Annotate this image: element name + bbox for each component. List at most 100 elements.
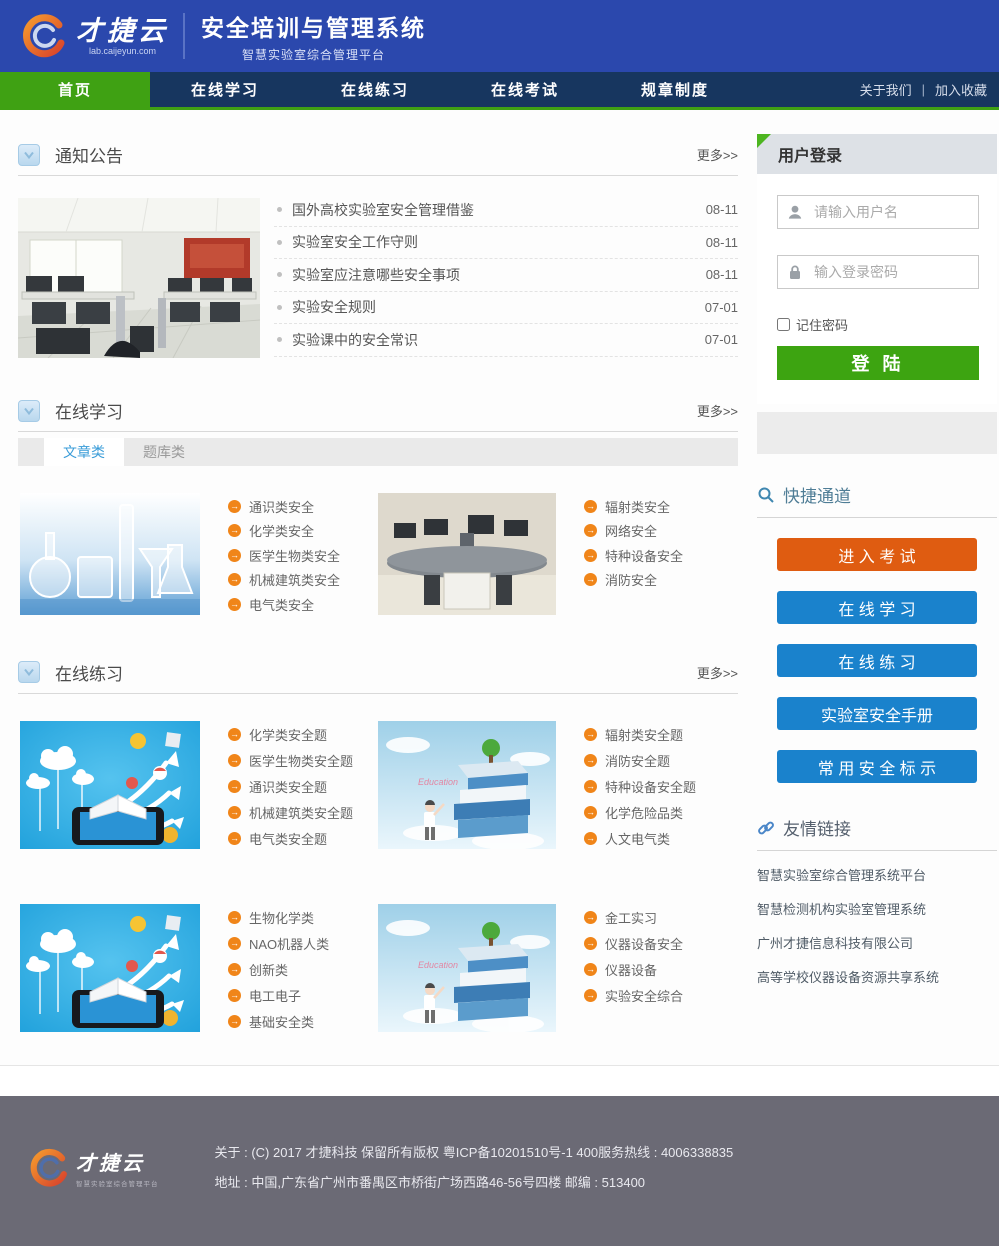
- tablet-clouds-illustration: [20, 904, 200, 1032]
- learning-image-lab-desk[interactable]: [378, 493, 556, 617]
- category-link-label: 化学类安全题: [249, 725, 327, 744]
- category-link[interactable]: →金工实习: [584, 905, 732, 931]
- category-link[interactable]: →通识类安全: [228, 494, 376, 519]
- friend-links-list: 智慧实验室综合管理系统平台 智慧检测机构实验室管理系统 广州才捷信息科技有限公司…: [757, 851, 997, 993]
- nav-right: 关于我们 | 加入收藏: [860, 72, 999, 107]
- category-link[interactable]: →电工电子: [228, 983, 376, 1009]
- practice-image-books[interactable]: Education: [378, 721, 556, 852]
- nav-item-rules[interactable]: 规章制度: [600, 72, 750, 107]
- nav-item-home[interactable]: 首页: [0, 72, 150, 107]
- category-link[interactable]: →辐射类安全: [584, 494, 732, 519]
- learning-more-link[interactable]: 更多>>: [697, 401, 738, 420]
- classroom-photo-illustration: [18, 198, 260, 358]
- category-link[interactable]: →创新类: [228, 957, 376, 983]
- password-field-wrap: [777, 255, 979, 289]
- svg-text:Education: Education: [418, 960, 458, 970]
- category-link[interactable]: →通识类安全题: [228, 774, 376, 800]
- nav-item-online-learning[interactable]: 在线学习: [150, 72, 300, 107]
- category-link[interactable]: →网络安全: [584, 519, 732, 544]
- category-link[interactable]: →电气类安全题: [228, 826, 376, 852]
- category-link[interactable]: →实验安全综合: [584, 983, 732, 1009]
- arrow-bullet-icon: →: [228, 524, 241, 537]
- category-link[interactable]: →机械建筑类安全题: [228, 800, 376, 826]
- notice-item[interactable]: 实验安全规则07-01: [274, 292, 738, 325]
- arrow-bullet-icon: →: [228, 549, 241, 562]
- online-learning-button[interactable]: 在 线 学 习: [777, 591, 977, 624]
- friend-link[interactable]: 智慧实验室综合管理系统平台: [757, 857, 997, 891]
- chemistry-glassware-illustration: [20, 493, 200, 615]
- lab-safety-manual-button[interactable]: 实验室安全手册: [777, 697, 977, 730]
- common-safety-signs-button[interactable]: 常 用 安 全 标 示: [777, 750, 977, 783]
- notice-item[interactable]: 实验室应注意哪些安全事项08-11: [274, 259, 738, 292]
- arrow-bullet-icon: →: [228, 754, 241, 767]
- notice-item-date: 07-01: [705, 300, 738, 315]
- enter-exam-button[interactable]: 进 入 考 试: [777, 538, 977, 571]
- tab-question-bank[interactable]: 题库类: [124, 438, 204, 466]
- category-link[interactable]: →特种设备安全题: [584, 774, 732, 800]
- category-link[interactable]: →机械建筑类安全: [228, 568, 376, 593]
- notice-item[interactable]: 国外高校实验室安全管理借鉴08-11: [274, 194, 738, 227]
- nav-item-online-exam[interactable]: 在线考试: [450, 72, 600, 107]
- green-corner-decoration: [757, 134, 771, 148]
- arrow-bullet-icon: →: [584, 806, 597, 819]
- category-link[interactable]: →特种设备安全: [584, 543, 732, 568]
- learning-image-chemistry[interactable]: [20, 493, 200, 617]
- chevron-down-icon: [18, 144, 40, 166]
- footer-logo-text: 才捷云 智慧实验室综合管理平台: [76, 1147, 159, 1188]
- category-link[interactable]: →消防安全: [584, 568, 732, 593]
- category-link[interactable]: →化学类安全: [228, 519, 376, 544]
- category-link[interactable]: →仪器设备安全: [584, 931, 732, 957]
- arrow-bullet-icon: →: [584, 963, 597, 976]
- notice-item[interactable]: 实验课中的安全常识07-01: [274, 324, 738, 357]
- friend-link[interactable]: 广州才捷信息科技有限公司: [757, 925, 997, 959]
- category-link[interactable]: →NAO机器人类: [228, 931, 376, 957]
- content: 通知公告 更多>>: [0, 110, 999, 1066]
- category-link-label: 金工实习: [605, 908, 657, 927]
- username-input[interactable]: [812, 203, 969, 221]
- practice-image-tablet[interactable]: [20, 721, 200, 852]
- login-button[interactable]: 登 陆: [777, 346, 979, 380]
- arrow-bullet-icon: →: [228, 937, 241, 950]
- category-link[interactable]: →医学生物类安全: [228, 543, 376, 568]
- nav-about-link[interactable]: 关于我们: [860, 80, 912, 99]
- arrow-bullet-icon: →: [228, 832, 241, 845]
- password-input[interactable]: [812, 263, 969, 281]
- category-link[interactable]: →化学类安全题: [228, 722, 376, 748]
- arrow-bullet-icon: →: [584, 937, 597, 950]
- arrow-bullet-icon: →: [228, 573, 241, 586]
- category-link[interactable]: →电气类安全: [228, 592, 376, 617]
- category-link[interactable]: →消防安全题: [584, 748, 732, 774]
- notice-section-title: 通知公告: [55, 142, 123, 167]
- site-subtitle: 智慧实验室综合管理平台: [201, 46, 426, 63]
- friend-link[interactable]: 智慧检测机构实验室管理系统: [757, 891, 997, 925]
- notice-item-text: 国外高校实验室安全管理借鉴: [292, 200, 474, 220]
- category-link-label: 电工电子: [249, 986, 301, 1005]
- remember-checkbox[interactable]: [777, 318, 790, 331]
- nav-favorite-link[interactable]: 加入收藏: [935, 80, 987, 99]
- site-logo[interactable]: 才捷云 lab.caijeyun.com: [20, 12, 169, 60]
- category-link-label: 人文电气类: [605, 829, 670, 848]
- online-practice-button[interactable]: 在 线 练 习: [777, 644, 977, 677]
- category-link[interactable]: →生物化学类: [228, 905, 376, 931]
- arrow-bullet-icon: →: [584, 728, 597, 741]
- tab-articles[interactable]: 文章类: [44, 438, 124, 466]
- notice-photo[interactable]: [18, 198, 260, 358]
- practice-more-link[interactable]: 更多>>: [697, 663, 738, 682]
- notice-item[interactable]: 实验室安全工作守则08-11: [274, 227, 738, 260]
- category-link[interactable]: →辐射类安全题: [584, 722, 732, 748]
- practice-image-books-2[interactable]: Education: [378, 904, 556, 1035]
- lab-workstation-illustration: [378, 493, 556, 615]
- category-link[interactable]: →医学生物类安全题: [228, 748, 376, 774]
- site-header: 才捷云 lab.caijeyun.com 安全培训与管理系统 智慧实验室综合管理…: [0, 0, 999, 72]
- category-link[interactable]: →化学危险品类: [584, 800, 732, 826]
- category-link[interactable]: →仪器设备: [584, 957, 732, 983]
- category-link[interactable]: →人文电气类: [584, 826, 732, 852]
- friend-links-header: 友情链接: [757, 815, 997, 851]
- notice-more-link[interactable]: 更多>>: [697, 145, 738, 164]
- category-link[interactable]: →基础安全类: [228, 1009, 376, 1035]
- practice-links-r2c2: →金工实习 →仪器设备安全 →仪器设备 →实验安全综合: [556, 904, 732, 1035]
- chevron-down-icon: [18, 661, 40, 683]
- practice-image-tablet-2[interactable]: [20, 904, 200, 1035]
- friend-link[interactable]: 高等学校仪器设备资源共享系统: [757, 959, 997, 993]
- nav-item-online-practice[interactable]: 在线练习: [300, 72, 450, 107]
